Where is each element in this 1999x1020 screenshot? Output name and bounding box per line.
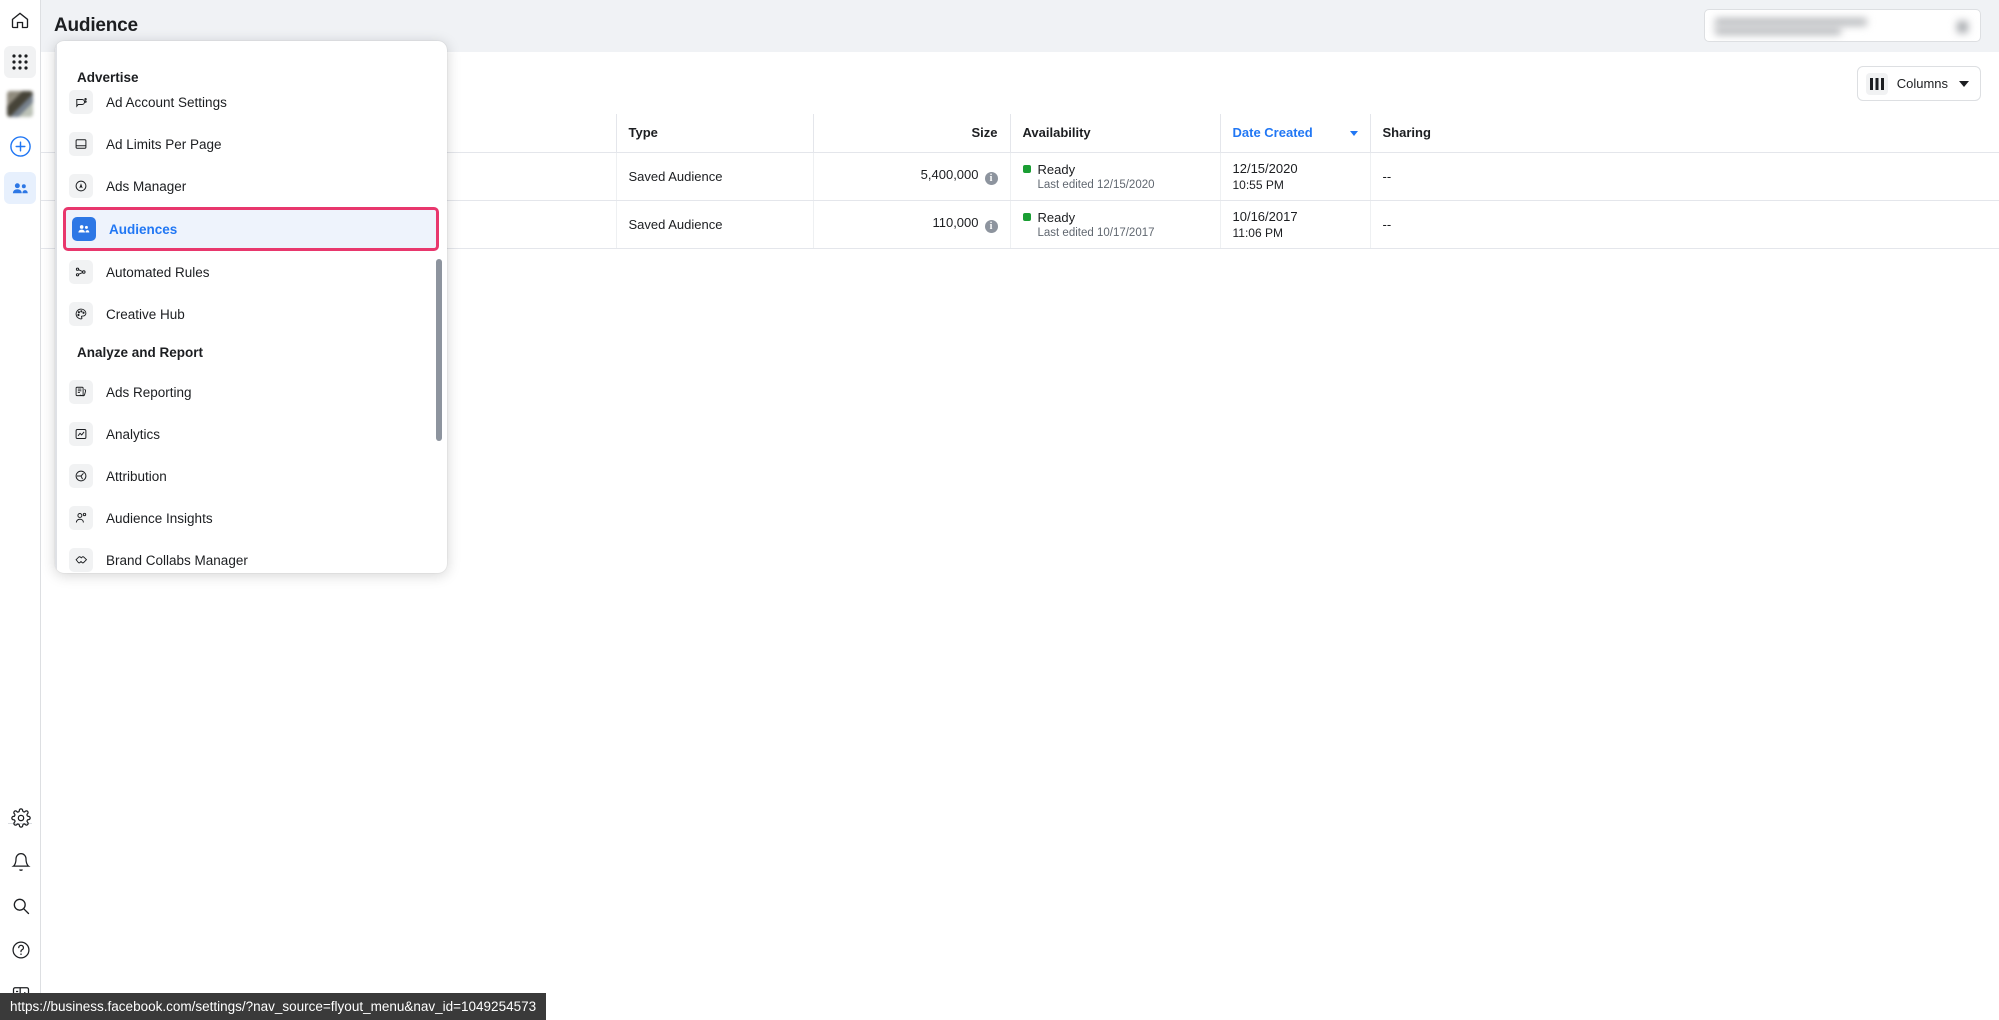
ad-limits-per-page-icon (69, 132, 93, 156)
column-header-availability[interactable]: Availability (1010, 114, 1220, 152)
audience-size-value: 110,000 (932, 215, 978, 230)
column-header-date-created-label: Date Created (1233, 125, 1313, 140)
audiences-icon (72, 217, 96, 241)
menu-item-ads-manager[interactable]: Ads Manager (55, 165, 447, 207)
gear-icon[interactable] (5, 802, 37, 834)
columns-button-label: Columns (1897, 76, 1948, 91)
chevron-down-icon (1959, 81, 1969, 87)
menu-item-audiences[interactable]: Audiences (63, 207, 439, 251)
bell-icon[interactable] (5, 846, 37, 878)
redacted-text-line-2 (1715, 27, 1841, 35)
audience-size-value: 5,400,000 (921, 167, 979, 182)
columns-button[interactable]: Columns (1857, 66, 1981, 101)
date-created-value: 10/16/2017 (1233, 209, 1358, 224)
menu-item-label: Ad Limits Per Page (106, 137, 222, 152)
menu-section-title-advertise: Advertise (55, 41, 447, 81)
row-sharing-cell: -- (1370, 152, 1999, 200)
row-type-cell: Saved Audience (616, 152, 813, 200)
menu-item-label: Brand Collabs Manager (106, 553, 248, 568)
status-badge: Ready (1038, 210, 1076, 225)
left-navigation-rail (0, 0, 41, 1020)
create-icon[interactable] (4, 130, 36, 162)
column-header-date-created[interactable]: Date Created (1220, 114, 1370, 152)
redacted-input-affordance (1957, 21, 1968, 33)
rail-top-group (4, 0, 36, 204)
brand-collabs-manager-icon (69, 548, 93, 572)
audience-insights-icon (69, 506, 93, 530)
row-date-created-cell: 12/15/2020 10:55 PM (1220, 152, 1370, 200)
info-icon[interactable]: i (985, 220, 998, 233)
redacted-text-line-1 (1715, 18, 1867, 26)
menu-item-label: Ads Manager (106, 179, 186, 194)
menu-item-ads-reporting[interactable]: Ads Reporting (55, 371, 447, 413)
analytics-icon (69, 422, 93, 446)
menu-item-brand-collabs-manager[interactable]: Brand Collabs Manager (55, 539, 447, 573)
time-created-value: 10:55 PM (1233, 178, 1358, 192)
columns-icon (1866, 73, 1888, 95)
column-header-sharing[interactable]: Sharing (1370, 114, 1999, 152)
status-badge: Ready (1038, 162, 1076, 177)
flyout-scrollbar[interactable] (436, 259, 442, 441)
row-date-created-cell: 10/16/2017 11:06 PM (1220, 200, 1370, 248)
help-icon[interactable] (5, 934, 37, 966)
page-title: Audience (54, 15, 138, 37)
menu-item-label: Creative Hub (106, 307, 185, 322)
last-edited-label: Last edited 12/15/2020 (1038, 179, 1208, 191)
automated-rules-icon (69, 260, 93, 284)
menu-item-label: Audiences (109, 222, 177, 237)
search-input[interactable] (1704, 9, 1981, 42)
row-size-cell: 110,000 i (813, 200, 1010, 248)
row-availability-cell: Ready Last edited 10/17/2017 (1010, 200, 1220, 248)
menu-item-audience-insights[interactable]: Audience Insights (55, 497, 447, 539)
column-header-type[interactable]: Type (616, 114, 813, 152)
row-size-cell: 5,400,000 i (813, 152, 1010, 200)
last-edited-label: Last edited 10/17/2017 (1038, 227, 1208, 239)
home-icon[interactable] (4, 4, 36, 36)
all-tools-icon[interactable] (4, 46, 36, 78)
ad-account-settings-icon (69, 90, 93, 114)
menu-item-label: Analytics (106, 427, 160, 442)
search-icon[interactable] (5, 890, 37, 922)
menu-item-analytics[interactable]: Analytics (55, 413, 447, 455)
row-sharing-cell: -- (1370, 200, 1999, 248)
menu-item-automated-rules[interactable]: Automated Rules (55, 251, 447, 293)
menu-item-label: Audience Insights (106, 511, 213, 526)
status-bar-url: https://business.facebook.com/settings/?… (0, 993, 546, 1020)
rail-bottom-group (0, 792, 41, 1010)
menu-item-label: Attribution (106, 469, 167, 484)
menu-item-creative-hub[interactable]: Creative Hub (55, 293, 447, 335)
sidebar-item-audiences[interactable] (4, 172, 36, 204)
row-availability-cell: Ready Last edited 12/15/2020 (1010, 152, 1220, 200)
flyout-menu: Advertise Ad Account Settings (55, 41, 447, 573)
status-dot-ready (1023, 165, 1031, 173)
status-dot-ready (1023, 213, 1031, 221)
ads-manager-icon (69, 174, 93, 198)
info-icon[interactable]: i (985, 172, 998, 185)
flyout-scroll-area[interactable]: Advertise Ad Account Settings (55, 41, 447, 573)
avatar-image (7, 91, 33, 117)
column-header-size[interactable]: Size (813, 114, 1010, 152)
menu-item-label: Ads Reporting (106, 385, 192, 400)
attribution-icon (69, 464, 93, 488)
date-created-value: 12/15/2020 (1233, 161, 1358, 176)
menu-item-attribution[interactable]: Attribution (55, 455, 447, 497)
business-avatar[interactable] (4, 88, 36, 120)
ads-reporting-icon (69, 380, 93, 404)
menu-item-ad-limits-per-page[interactable]: Ad Limits Per Page (55, 123, 447, 165)
menu-item-label: Automated Rules (106, 265, 210, 280)
sort-descending-icon (1350, 131, 1358, 136)
creative-hub-icon (69, 302, 93, 326)
menu-item-label: Ad Account Settings (106, 95, 227, 110)
row-type-cell: Saved Audience (616, 200, 813, 248)
time-created-value: 11:06 PM (1233, 226, 1358, 240)
menu-section-title-analyze-and-report: Analyze and Report (55, 335, 447, 371)
app-root: Audience Columns (0, 0, 1999, 1020)
